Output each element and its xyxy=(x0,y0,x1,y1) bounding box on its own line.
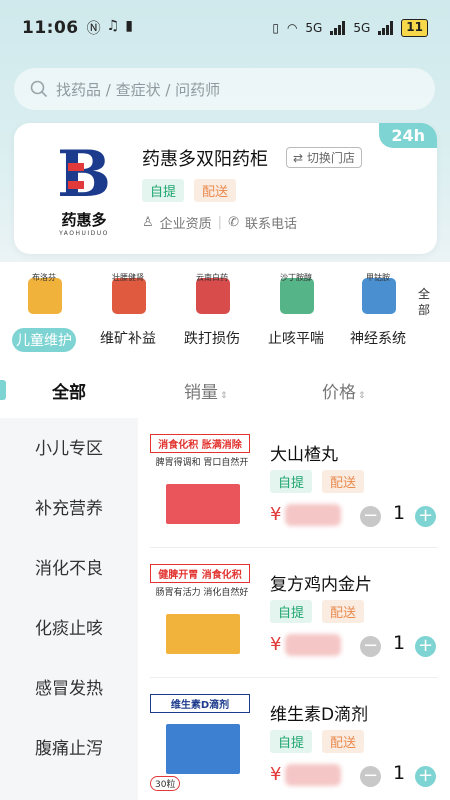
category-item-injury[interactable]: 云南白药 跌打损伤 xyxy=(172,272,252,348)
category-thumb: 甲钴胺 xyxy=(355,272,401,320)
category-item-nervous[interactable]: 甲钴胺 神经系统 xyxy=(338,272,418,348)
decrease-button[interactable]: − xyxy=(360,766,381,787)
decrease-button[interactable]: − xyxy=(360,506,381,527)
battery-saver-icon: ▮ xyxy=(125,18,133,34)
nav-item-cough[interactable]: 化痰止咳 xyxy=(0,614,138,639)
category-thumb: 云南白药 xyxy=(189,272,235,320)
vibrate-icon: ▯ xyxy=(272,21,279,35)
status-bar: 11:06 Ⓝ ♫ ▮ ▯ ◠ 5G 5G 11 xyxy=(0,0,450,56)
switch-store-button[interactable]: ⇄ 切换门店 xyxy=(286,147,362,168)
category-item-children[interactable]: 布洛芬 儿童维护 xyxy=(4,272,84,352)
product-price: ¥ xyxy=(270,634,342,656)
sort-sales-tab[interactable]: 销量 ⇕ xyxy=(184,378,228,403)
logo-mark: B xyxy=(56,137,112,212)
quantity-value: 1 xyxy=(392,502,406,524)
product-image: 维生素D滴剂 30粒 xyxy=(150,694,254,791)
category-item-cough[interactable]: 沙丁胺醇 止咳平喘 xyxy=(256,272,336,348)
product-item[interactable]: 维生素D滴剂 30粒 维生素D滴剂 自提 配送 ¥ − 1 + xyxy=(138,678,450,800)
pickup-tag: 自提 xyxy=(270,730,313,753)
nav-item-nutrition[interactable]: 补充营养 xyxy=(0,494,138,519)
phone-link[interactable]: 联系电话 xyxy=(245,213,297,232)
nav-item-stomach[interactable]: 腹痛止泻 xyxy=(0,734,138,759)
delivery-tag: 配送 xyxy=(194,179,237,202)
decrease-button[interactable]: − xyxy=(360,636,381,657)
store-card[interactable]: 24h B 药惠多 YAOHUIDUO 药惠多双阳药柜 ⇄ 切换门店 自提 配送… xyxy=(14,123,437,254)
qualification-link[interactable]: 企业资质 xyxy=(160,213,212,232)
product-list: 消食化积 胀满消除 脾胃得调和 胃口自然开 大山楂丸 自提 配送 ¥ − 1 +… xyxy=(138,418,450,800)
category-thumb: 布洛芬 xyxy=(21,272,67,320)
increase-button[interactable]: + xyxy=(415,766,436,787)
delivery-tag: 配送 xyxy=(322,730,365,753)
increase-button[interactable]: + xyxy=(415,506,436,527)
delivery-tag: 配送 xyxy=(322,470,365,493)
product-item[interactable]: 健脾开胃 消食化积 肠胃有活力 消化自然好 复方鸡内金片 自提 配送 ¥ − 1… xyxy=(138,548,450,678)
store-links: ♙ 企业资质 | ✆ 联系电话 xyxy=(142,213,297,232)
open-24h-badge: 24h xyxy=(379,123,437,148)
signal-icon-2 xyxy=(378,21,394,35)
category-item-vitamins[interactable]: 壮腰健肾 维矿补益 xyxy=(88,272,168,348)
left-category-nav: 小儿专区 补充营养 消化不良 化痰止咳 感冒发热 腹痛止泻 xyxy=(0,418,138,800)
logo-pinyin: YAOHUIDUO xyxy=(59,230,109,237)
product-name: 大山楂丸 xyxy=(270,445,338,465)
sort-bar: 全部 销量 ⇕ 价格 ⇕ xyxy=(0,362,450,418)
search-placeholder: 找药品 / 查症状 / 问药师 xyxy=(56,80,221,99)
pickup-tag: 自提 xyxy=(270,600,313,623)
search-input[interactable]: 找药品 / 查症状 / 问药师 xyxy=(14,68,435,110)
category-thumb: 沙丁胺醇 xyxy=(273,272,319,320)
price-blur xyxy=(285,504,342,526)
battery-indicator: 11 xyxy=(401,19,428,37)
network-label-b: 5G xyxy=(353,21,371,35)
price-blur xyxy=(285,764,342,786)
store-name: 药惠多双阳药柜 xyxy=(142,149,268,170)
status-time: 11:06 xyxy=(22,18,79,38)
product-name: 维生素D滴剂 xyxy=(270,705,369,725)
headphones-icon: ♫ xyxy=(106,18,120,34)
nfc-icon: Ⓝ xyxy=(86,21,101,37)
store-tags: 自提 配送 xyxy=(142,179,237,202)
quantity-value: 1 xyxy=(392,632,406,654)
sort-arrows-icon: ⇕ xyxy=(358,391,366,401)
nav-item-children[interactable]: 小儿专区 xyxy=(0,434,138,459)
quantity-value: 1 xyxy=(392,762,406,784)
increase-button[interactable]: + xyxy=(415,636,436,657)
price-blur xyxy=(285,634,342,656)
phone-icon: ✆ xyxy=(228,215,239,230)
search-icon xyxy=(30,80,48,98)
sort-arrows-icon: ⇕ xyxy=(220,391,228,401)
product-price: ¥ xyxy=(270,764,342,786)
wifi-icon: ◠ xyxy=(286,21,298,35)
signal-icon xyxy=(330,21,346,35)
pickup-tag: 自提 xyxy=(142,179,185,202)
nav-item-cold[interactable]: 感冒发热 xyxy=(0,674,138,699)
category-all-button[interactable]: 全部 xyxy=(418,286,432,318)
product-image: 健脾开胃 消食化积 肠胃有活力 消化自然好 xyxy=(150,564,254,660)
sort-all-tab[interactable]: 全部 xyxy=(52,378,86,403)
nav-item-digestion[interactable]: 消化不良 xyxy=(0,554,138,579)
store-logo: B 药惠多 YAOHUIDUO xyxy=(40,141,128,241)
product-item[interactable]: 消食化积 胀满消除 脾胃得调和 胃口自然开 大山楂丸 自提 配送 ¥ − 1 + xyxy=(138,418,450,548)
category-strip: 布洛芬 儿童维护 壮腰健肾 维矿补益 云南白药 跌打损伤 沙丁胺醇 止咳平喘 甲… xyxy=(0,262,450,362)
active-indicator xyxy=(0,380,6,400)
logo-text: 药惠多 xyxy=(61,211,107,229)
certificate-icon: ♙ xyxy=(142,215,154,230)
pickup-tag: 自提 xyxy=(270,470,313,493)
sort-price-tab[interactable]: 价格 ⇕ xyxy=(322,378,366,403)
product-image: 消食化积 胀满消除 脾胃得调和 胃口自然开 xyxy=(150,434,254,530)
product-price: ¥ xyxy=(270,504,342,526)
network-label-a: 5G xyxy=(305,21,323,35)
delivery-tag: 配送 xyxy=(322,600,365,623)
product-name: 复方鸡内金片 xyxy=(270,575,372,595)
category-thumb: 壮腰健肾 xyxy=(105,272,151,320)
